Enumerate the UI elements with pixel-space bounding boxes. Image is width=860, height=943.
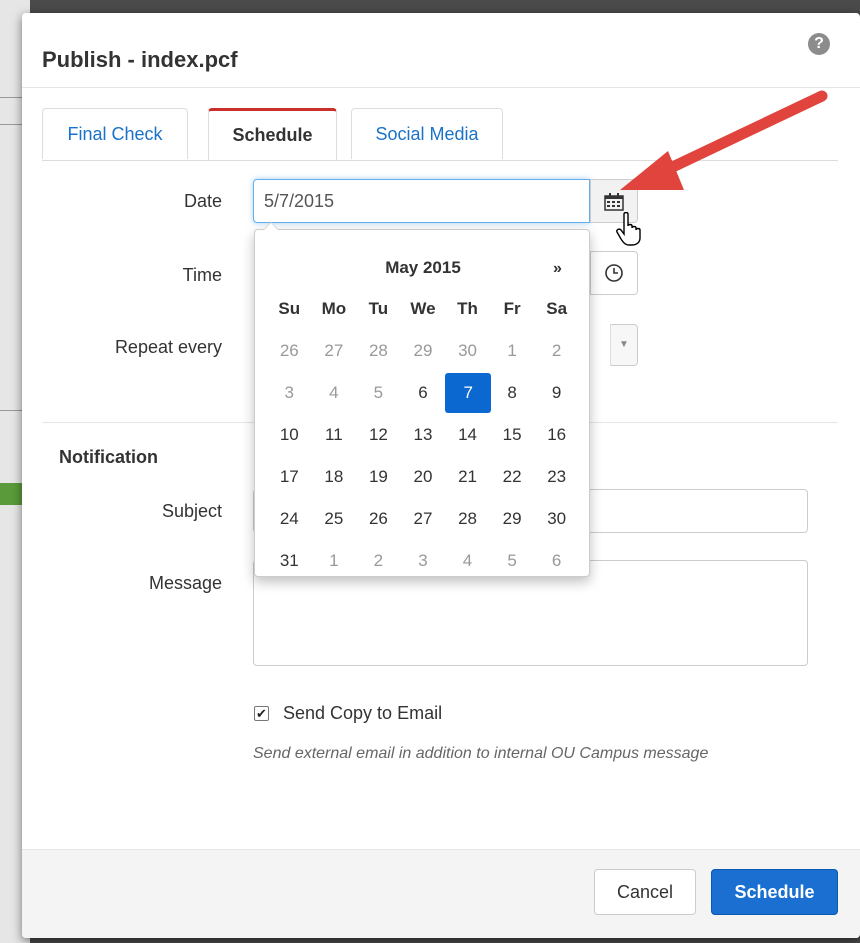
hand-pointer-icon <box>616 212 641 246</box>
annotation-arrow <box>620 90 828 190</box>
